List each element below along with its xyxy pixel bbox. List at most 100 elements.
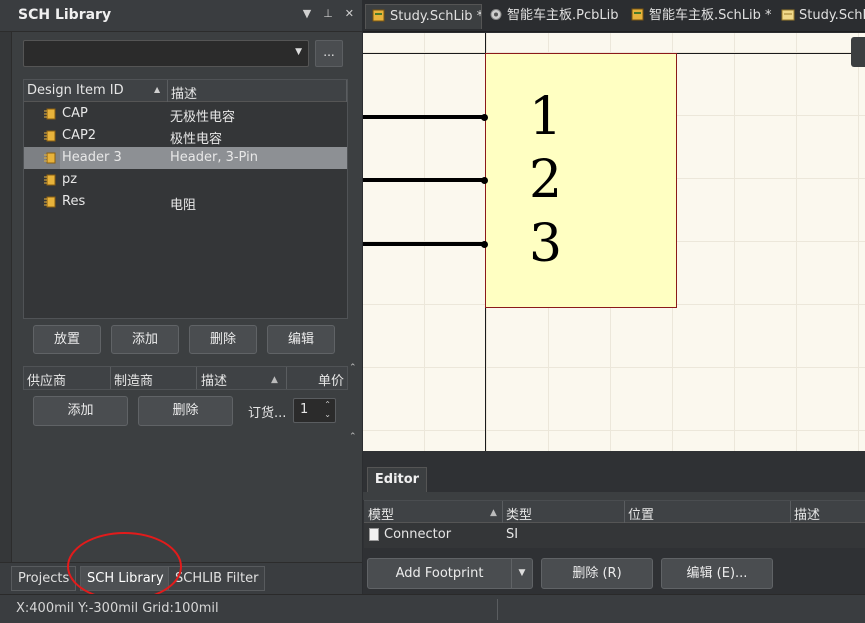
- pcblib-file-icon: [490, 9, 502, 20]
- add-footprint-button[interactable]: Add Footprint: [367, 558, 512, 589]
- sch-library-panel: SCH Library ▼ ⊥ ✕ ▼ ... Design Item ID ▲…: [0, 0, 362, 594]
- pin-line[interactable]: [363, 242, 486, 246]
- column-separator[interactable]: [790, 501, 791, 523]
- pin-line[interactable]: [363, 178, 486, 182]
- item-description: Header, 3-Pin: [170, 150, 258, 165]
- editor-header-bar: [363, 492, 865, 500]
- column-separator[interactable]: [286, 367, 287, 389]
- tab-label: 智能车主板.PcbLib: [507, 8, 619, 23]
- column-separator[interactable]: [167, 80, 168, 102]
- component-icon: [44, 174, 56, 186]
- sort-up-icon: ▲: [490, 508, 497, 518]
- pin-hotspot: [481, 241, 488, 248]
- column-header-supplier[interactable]: 供应商: [27, 370, 66, 389]
- tab-schlib-filter[interactable]: SCHLIB Filter: [168, 566, 266, 591]
- quantity-stepper[interactable]: 1 ⌃ ⌄: [293, 398, 336, 423]
- model-grid-header: 模型 ▲ 类型 位置 描述: [364, 501, 865, 523]
- model-type: SI: [506, 527, 519, 542]
- pin-line[interactable]: [363, 115, 486, 119]
- column-separator[interactable]: [502, 501, 503, 523]
- annotation-circle: [67, 532, 182, 601]
- schdoc-file-icon: [781, 9, 795, 21]
- column-header-description[interactable]: 描述: [201, 370, 227, 389]
- delete-model-button[interactable]: 删除 (R): [541, 558, 653, 589]
- delete-button[interactable]: 删除: [189, 325, 257, 354]
- order-label: 订货...: [248, 406, 287, 421]
- collapse-icon[interactable]: ⌃: [349, 363, 357, 373]
- editor-panel: Editor 模型 ▲ 类型 位置 描述 Connector SI Add Fo…: [363, 451, 865, 594]
- add-supplier-button[interactable]: 添加: [33, 396, 128, 426]
- edit-model-button[interactable]: 编辑 (E)...: [661, 558, 773, 589]
- list-item[interactable]: pz: [24, 169, 347, 191]
- component-icon: [44, 108, 56, 120]
- document-tab-bar: Study.SchLib * 智能车主板.PcbLib 智能车主板.SchLib…: [363, 0, 865, 32]
- tab-study-schlib[interactable]: Study.SchLib *: [365, 4, 482, 29]
- grid-header: Design Item ID ▲ 描述: [24, 80, 347, 102]
- item-id: CAP2: [62, 128, 97, 143]
- tab-pcblib[interactable]: 智能车主板.PcbLib: [483, 4, 625, 29]
- column-header-location[interactable]: 位置: [628, 504, 654, 523]
- schlib-file-icon: [631, 8, 644, 21]
- pin-hotspot: [481, 177, 488, 184]
- tab-label: Study.SchLib *: [390, 9, 482, 24]
- chevron-up-icon[interactable]: ⌃: [324, 400, 331, 409]
- list-item-selected[interactable]: Header 3 Header, 3-Pin: [24, 147, 347, 169]
- panel-title-bar: SCH Library ▼ ⊥ ✕: [0, 0, 362, 32]
- status-text: X:400mil Y:-300mil Grid:100mil: [16, 601, 219, 616]
- item-id: pz: [62, 172, 78, 187]
- filter-combo[interactable]: ▼: [23, 40, 309, 67]
- collapse-icon[interactable]: ⌃: [349, 432, 357, 442]
- component-body[interactable]: [485, 53, 677, 308]
- pin-number: 2: [529, 150, 563, 210]
- item-id: CAP: [62, 106, 88, 121]
- list-item[interactable]: CAP 无极性电容: [24, 103, 347, 125]
- column-header-unit-price[interactable]: 单价: [318, 370, 344, 389]
- edit-button[interactable]: 编辑: [267, 325, 335, 354]
- column-header-design-item-id[interactable]: Design Item ID: [27, 83, 124, 98]
- delete-supplier-button[interactable]: 删除: [138, 396, 233, 426]
- chevron-down-icon[interactable]: ▼: [303, 7, 311, 20]
- pin-number: 1: [529, 87, 563, 147]
- chevron-down-icon[interactable]: ▼: [511, 558, 533, 589]
- component-icon: [44, 196, 56, 208]
- pin-number: 3: [529, 214, 563, 274]
- chevron-down-icon[interactable]: ▼: [295, 47, 302, 57]
- close-icon[interactable]: ✕: [345, 7, 354, 20]
- chevron-down-icon[interactable]: ⌄: [324, 410, 331, 419]
- item-description: 极性电容: [170, 132, 223, 147]
- tab-schlib[interactable]: 智能车主板.SchLib *: [625, 4, 775, 29]
- column-separator[interactable]: [346, 80, 347, 102]
- panel-side-strip: [0, 32, 12, 562]
- tab-label: Study.SchDoc: [799, 8, 865, 23]
- schematic-canvas[interactable]: 1 2 3: [363, 33, 865, 451]
- document-icon: [369, 528, 379, 541]
- pin-icon[interactable]: ⊥: [323, 7, 333, 20]
- pin-hotspot: [481, 114, 488, 121]
- item-description: 无极性电容: [170, 110, 236, 125]
- add-button[interactable]: 添加: [111, 325, 179, 354]
- component-grid: Design Item ID ▲ 描述 CAP 无极性电容 CAP2 极性电容 …: [23, 79, 348, 319]
- column-header-model[interactable]: 模型: [368, 504, 394, 523]
- list-item[interactable]: CAP2 极性电容: [24, 125, 347, 147]
- place-button[interactable]: 放置: [33, 325, 101, 354]
- column-separator[interactable]: [624, 501, 625, 523]
- column-separator[interactable]: [196, 367, 197, 389]
- sort-up-icon: ▲: [154, 85, 161, 94]
- quantity-value: 1: [300, 402, 309, 417]
- status-divider: [497, 599, 498, 620]
- tab-schdoc[interactable]: Study.SchDoc: [775, 4, 865, 29]
- component-icon: [44, 130, 56, 142]
- browse-button[interactable]: ...: [315, 40, 343, 67]
- model-name[interactable]: Connector: [384, 527, 451, 542]
- column-separator[interactable]: [110, 367, 111, 389]
- tab-editor[interactable]: Editor: [367, 467, 427, 492]
- column-header-manufacturer[interactable]: 制造商: [114, 370, 153, 389]
- panel-body: ▼ ... Design Item ID ▲ 描述 CAP 无极性电容 CAP2…: [12, 32, 362, 562]
- column-header-description[interactable]: 描述: [171, 83, 197, 102]
- supplier-grid-header: 供应商 制造商 描述 ▲ 单价: [23, 366, 348, 390]
- panel-toggle-button[interactable]: [851, 37, 865, 67]
- model-grid: 模型 ▲ 类型 位置 描述 Connector SI: [364, 500, 865, 548]
- list-item[interactable]: Res 电阻: [24, 191, 347, 213]
- column-header-description[interactable]: 描述: [794, 504, 820, 523]
- column-header-type[interactable]: 类型: [506, 504, 532, 523]
